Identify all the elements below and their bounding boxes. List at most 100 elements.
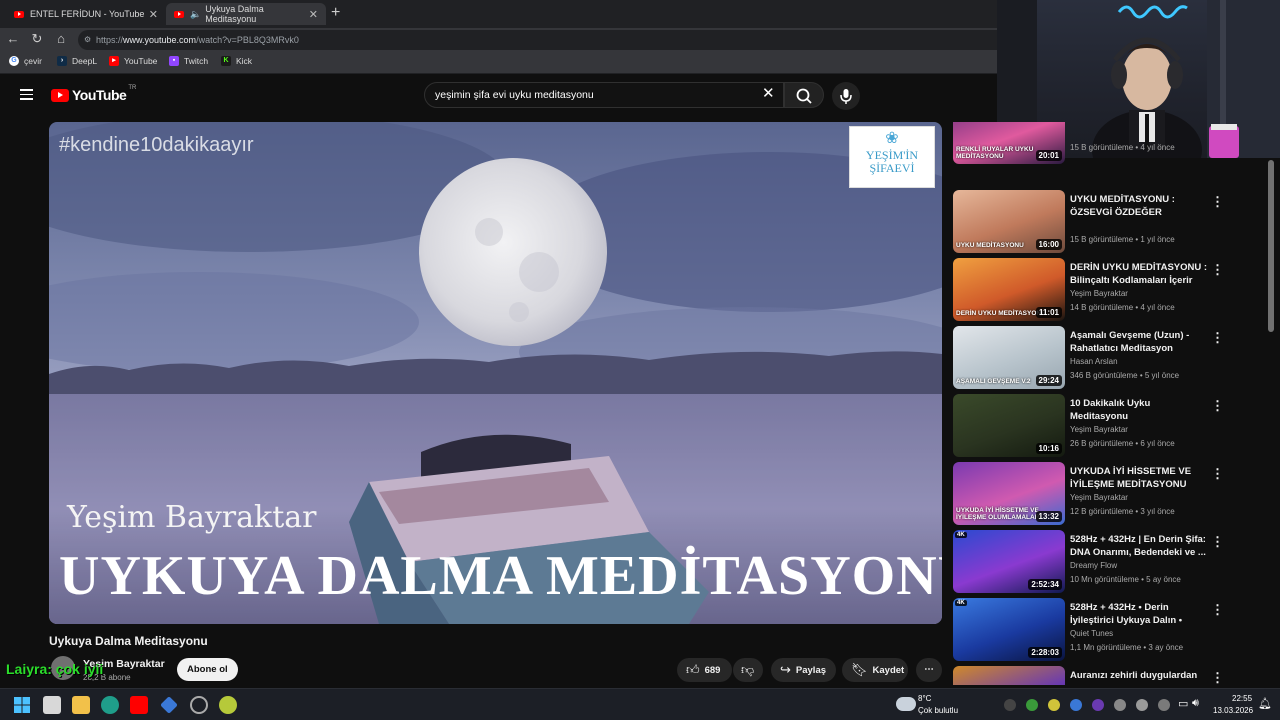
windows-start-icon[interactable] [13, 696, 31, 714]
home-icon[interactable]: ⌂ [53, 31, 69, 46]
more-options-icon[interactable]: ⋮ [1211, 670, 1224, 685]
like-button[interactable]: 👍︎ 689 [677, 658, 732, 682]
recommended-video[interactable]: AŞAMALI GEVŞEME V.2 29:24 Aşamalı Gevşeme … [953, 326, 1263, 390]
video-title[interactable]: Aşamalı Gevşeme (Uzun) - Rahatlatıcı Med… [1070, 329, 1208, 355]
sidebar-scrollbar[interactable] [1268, 160, 1274, 332]
tray-app-icon[interactable] [1048, 699, 1060, 711]
share-button[interactable]: ↪ Paylaş [771, 658, 836, 682]
file-explorer-icon[interactable] [72, 696, 90, 714]
recommendations-sidebar: RENKLİ RUYALAR UYKU MEDİTASYONU 20:01 15 B… [953, 122, 1263, 685]
save-button[interactable]: 🔖︎ Kaydet [842, 658, 908, 682]
tray-app-icon[interactable] [1004, 699, 1016, 711]
tab-title: Uykuya Dalma Meditasyonu [205, 4, 264, 24]
clock-date[interactable]: 13.03.2026 [1213, 706, 1253, 715]
video-title[interactable]: UYKUDA İYİ HİSSETME VE İYİLEŞME MEDİTASY… [1070, 465, 1208, 491]
video-title[interactable]: 10 Dakikalık Uyku Meditasyonu #kendine10… [1070, 397, 1208, 423]
video-meta: 10 Mn görüntüleme • 5 ay önce [1070, 575, 1181, 584]
dislike-button[interactable]: 👎︎ [733, 658, 763, 682]
reload-icon[interactable]: ↻ [29, 31, 45, 47]
more-options-icon[interactable]: ⋮ [1211, 602, 1224, 618]
more-options-icon[interactable]: ⋮ [1211, 534, 1224, 550]
recommended-video[interactable]: UYKU MEDİTASYONU 16:00 UYKU MEDİTASYONU : … [953, 190, 1263, 254]
video-title[interactable]: 528Hz + 432Hz • Derin İyileştirici Uykuy… [1070, 601, 1208, 627]
app-green-icon[interactable] [219, 696, 237, 714]
tray-app-icon[interactable] [1026, 699, 1038, 711]
tray-app-icon[interactable] [1070, 699, 1082, 711]
video-title[interactable]: UYKU MEDİTASYONU : ÖZSEVGİ ÖZDEĞER TELKİ… [1070, 193, 1208, 219]
channel-name[interactable]: Yeşim Bayraktar [1070, 425, 1128, 434]
app-circle-icon[interactable] [190, 696, 208, 714]
volume-icon[interactable]: 🔊︎ [1192, 697, 1199, 710]
tray-app-icon[interactable] [1114, 699, 1126, 711]
video-thumbnail[interactable]: 10:16 [953, 394, 1065, 457]
video-thumbnail[interactable]: UYKU MEDİTASYONU 16:00 [953, 190, 1065, 253]
more-options-icon[interactable]: ⋮ [1211, 194, 1224, 210]
video-title[interactable]: DERİN UYKU MEDİTASYONU : Bilinçaltı Kodl… [1070, 261, 1208, 287]
video-player[interactable]: #kendine10dakikaayır ❀ YEŞİM'İN ŞİFAEVİ … [49, 122, 942, 624]
tray-app-icon[interactable] [1136, 699, 1148, 711]
video-thumbnail[interactable] [953, 666, 1065, 685]
more-options-icon[interactable]: ⋮ [1211, 466, 1224, 482]
channel-name[interactable]: Hasan Arslan [1070, 357, 1118, 366]
video-thumbnail[interactable]: AŞAMALI GEVŞEME V.2 29:24 [953, 326, 1065, 389]
tab-entel-feridun[interactable]: ENTEL FERİDUN - YouTube ✕ [6, 3, 166, 25]
channel-name[interactable]: Yeşim Bayraktar [1070, 289, 1128, 298]
tab-uykuya-dalma[interactable]: 🔈 Uykuya Dalma Meditasyonu ✕ [166, 3, 326, 25]
recommended-video[interactable]: Auranızı zehirli duygulardan ⋮ [953, 666, 1263, 685]
network-icon[interactable]: ▭ [1178, 697, 1188, 710]
video-thumbnail[interactable]: DERİN UYKU MEDİTASYONU 11:01 [953, 258, 1065, 321]
recommended-video[interactable]: 4K 2:52:34 528Hz + 432Hz | En Derin Şifa: … [953, 530, 1263, 594]
tray-app-icon[interactable] [1158, 699, 1170, 711]
weather-cloud-icon[interactable] [896, 697, 916, 711]
search-input[interactable] [425, 83, 745, 107]
youtube-logo[interactable]: YouTube TR [51, 85, 136, 103]
google-icon: G [9, 56, 19, 66]
tray-app-icon[interactable] [1092, 699, 1104, 711]
more-options-icon[interactable]: ⋮ [1211, 330, 1224, 346]
channel-name[interactable]: Yeşim Bayraktar [1070, 493, 1128, 502]
site-info-icon[interactable]: ⚙ [84, 30, 91, 50]
search-box [424, 82, 784, 108]
app-diamond-icon[interactable] [160, 696, 178, 714]
video-meta: 26 B görüntüleme • 6 yıl önce [1070, 439, 1175, 448]
video-duration: 2:28:03 [1028, 647, 1062, 658]
video-meta: 1,1 Mn görüntüleme • 3 ay önce [1070, 643, 1184, 652]
menu-hamburger-icon[interactable] [20, 89, 33, 103]
voice-search-button[interactable] [832, 82, 860, 110]
edge-browser-icon[interactable] [101, 696, 119, 714]
recommended-video[interactable]: 4K 2:28:03 528Hz + 432Hz • Derin İyileştir… [953, 598, 1263, 662]
clear-search-icon[interactable]: ✕ [762, 84, 775, 102]
close-tab-icon[interactable]: ✕ [149, 8, 158, 21]
bookmark-kick[interactable]: K Kick [221, 56, 252, 66]
youtube-wordmark: YouTube [72, 87, 127, 103]
recommended-video[interactable]: 10:16 10 Dakikalık Uyku Meditasyonu #kend… [953, 394, 1263, 458]
channel-name[interactable]: Quiet Tunes [1070, 629, 1113, 638]
close-tab-icon[interactable]: ✕ [309, 8, 318, 21]
more-actions-button[interactable]: ⋯ [916, 658, 942, 682]
video-thumbnail[interactable]: UYKUDA İYİ HİSSETME VE İYİLEŞME OLUMLAMA… [953, 462, 1065, 525]
clock-time[interactable]: 22:55 [1232, 694, 1252, 703]
notification-bell-icon[interactable]: 🔔︎ [1258, 697, 1272, 710]
bookmark-cevir[interactable]: Gçevir [9, 56, 42, 66]
bookmark-youtube[interactable]: ▸ YouTube [109, 56, 157, 66]
subscribe-button[interactable]: Abone ol [177, 658, 238, 681]
recommended-video[interactable]: DERİN UYKU MEDİTASYONU 11:01 DERİN UYKU ME… [953, 258, 1263, 322]
recommended-video[interactable]: UYKUDA İYİ HİSSETME VE İYİLEŞME OLUMLAMA… [953, 462, 1263, 526]
new-tab-plus-icon[interactable]: + [331, 4, 340, 22]
more-options-icon[interactable]: ⋮ [1211, 262, 1224, 278]
search-button[interactable] [784, 82, 824, 108]
video-thumbnail[interactable]: 4K 2:52:34 [953, 530, 1065, 593]
more-options-icon[interactable]: ⋮ [1211, 398, 1224, 414]
channel-name[interactable]: Dreamy Flow [1070, 561, 1117, 570]
task-view-icon[interactable] [43, 696, 61, 714]
speaker-icon[interactable]: 🔈 [190, 9, 201, 20]
recommended-video[interactable]: RENKLİ RUYALAR UYKU MEDİTASYONU 20:01 15 B… [953, 122, 1263, 165]
bookmark-deepl[interactable]: › DeepL [57, 56, 97, 66]
video-title[interactable]: Auranızı zehirli duygulardan [1070, 669, 1208, 682]
video-title[interactable]: 528Hz + 432Hz | En Derin Şifa: DNA Onarı… [1070, 533, 1208, 559]
video-thumbnail[interactable]: 4K 2:28:03 [953, 598, 1065, 661]
bookmark-twitch[interactable]: ▪ Twitch [169, 56, 208, 66]
back-arrow-icon[interactable]: ← [5, 31, 21, 46]
youtube-app-icon[interactable] [130, 696, 148, 714]
video-thumbnail[interactable]: RENKLİ RUYALAR UYKU MEDİTASYONU 20:01 [953, 122, 1065, 164]
